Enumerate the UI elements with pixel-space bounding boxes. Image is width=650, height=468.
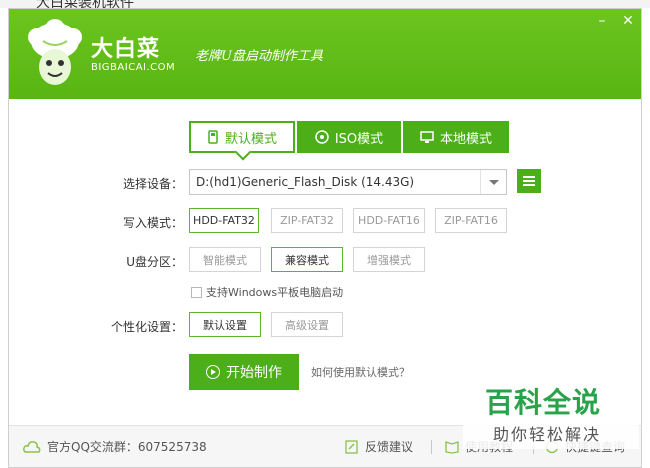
windows-tablet-checkbox[interactable]: 支持Windows平板电脑启动 xyxy=(191,284,343,300)
footer-divider xyxy=(431,440,432,454)
partition-smart-mode[interactable]: 智能模式 xyxy=(189,247,261,272)
chevron-down-icon[interactable] xyxy=(480,170,506,194)
write-mode-zip-fat16[interactable]: ZIP-FAT16 xyxy=(435,208,507,233)
windows-tablet-label: 支持Windows平板电脑启动 xyxy=(206,286,344,299)
brand-name: 大白菜 xyxy=(91,37,161,62)
brand-domain: BIGBAICAI.COM xyxy=(91,62,176,73)
tab-iso-mode-label: ISO模式 xyxy=(334,131,384,147)
app-window: 大白菜 BIGBAICAI.COM 老牌U盘启动制作工具 – ✕ 默认模式 IS… xyxy=(8,8,642,468)
cloud-icon xyxy=(23,440,41,453)
watermark-subtitle: 助你轻松解决 xyxy=(493,425,602,444)
device-menu-button[interactable] xyxy=(517,169,541,193)
write-mode-hdd-fat16[interactable]: HDD-FAT16 xyxy=(353,208,425,233)
tab-default-mode[interactable]: 默认模式 xyxy=(189,121,295,153)
usb-drive-icon xyxy=(208,130,218,144)
start-button-label: 开始制作 xyxy=(226,365,282,381)
checkbox-box[interactable] xyxy=(191,286,202,298)
device-label: 选择设备： xyxy=(122,177,183,191)
feedback-text: 反馈建议 xyxy=(365,440,414,454)
write-mode-zip-fat32[interactable]: ZIP-FAT32 xyxy=(271,208,343,233)
qq-group-link[interactable]: 官方QQ交流群：607525738 xyxy=(23,438,207,455)
tab-local-mode[interactable]: 本地模式 xyxy=(403,121,509,153)
tab-iso-mode[interactable]: ISO模式 xyxy=(297,121,401,153)
close-button[interactable]: ✕ xyxy=(617,11,639,31)
app-header: 大白菜 BIGBAICAI.COM 老牌U盘启动制作工具 – ✕ xyxy=(9,9,641,99)
qq-group-text: 官方QQ交流群：607525738 xyxy=(47,440,207,454)
personalize-label: 个性化设置： xyxy=(110,320,183,334)
personalize-default-settings[interactable]: 默认设置 xyxy=(189,312,261,337)
play-icon xyxy=(206,365,220,379)
watermark-title: 百科全说 xyxy=(485,386,602,419)
outer-window-title-bar: 大白菜装机软件 xyxy=(0,0,650,8)
brand-slogan: 老牌U盘启动制作工具 xyxy=(195,49,323,64)
device-select-value: D:(hd1)Generic_Flash_Disk (14.43G) xyxy=(196,175,415,189)
write-mode-label: 写入模式： xyxy=(122,216,183,230)
minimize-button[interactable]: – xyxy=(591,11,613,31)
help-link[interactable]: 如何使用默认模式？ xyxy=(311,364,410,380)
write-mode-hdd-fat32[interactable]: HDD-FAT32 xyxy=(189,208,259,233)
partition-label: U盘分区： xyxy=(126,255,183,269)
cabbage-mascot-logo xyxy=(28,19,82,85)
watermark: 百科全说 助你轻松解决 xyxy=(463,379,639,449)
personalize-advanced-settings[interactable]: 高级设置 xyxy=(271,312,343,337)
book-icon xyxy=(445,440,459,454)
mode-tabs: 默认模式 ISO模式 本地模式 xyxy=(189,121,509,153)
tab-local-mode-label: 本地模式 xyxy=(439,131,492,147)
edit-icon xyxy=(345,439,358,454)
partition-enhanced-mode[interactable]: 增强模式 xyxy=(353,247,425,272)
disc-icon xyxy=(315,130,329,144)
device-select[interactable]: D:(hd1)Generic_Flash_Disk (14.43G) xyxy=(189,169,507,195)
tab-default-mode-label: 默认模式 xyxy=(224,131,277,147)
outer-window-title: 大白菜装机软件 xyxy=(36,0,134,8)
partition-compatible-mode[interactable]: 兼容模式 xyxy=(271,247,343,272)
monitor-icon xyxy=(420,131,434,143)
start-button[interactable]: 开始制作 xyxy=(189,354,299,390)
feedback-link[interactable]: 反馈建议 xyxy=(345,438,413,455)
